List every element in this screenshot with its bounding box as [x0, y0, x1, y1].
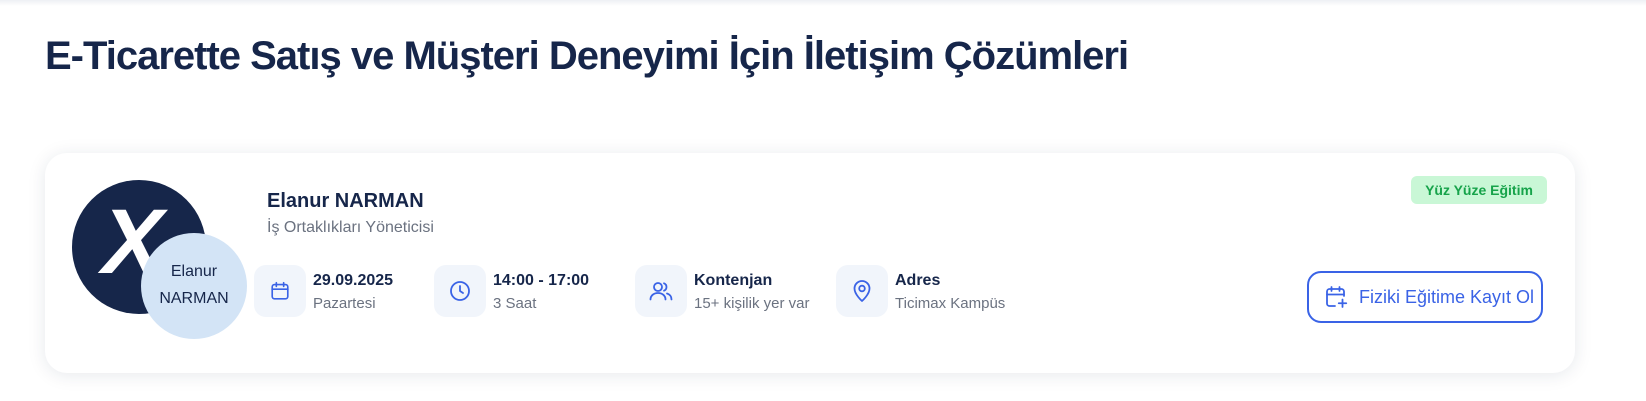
info-quota: Kontenjan 15+ kişilik yer var [635, 265, 815, 317]
date-value: 29.09.2025 [313, 272, 394, 289]
address-value: Ticimax Kampüs [895, 295, 1006, 312]
training-card: X Elanur NARMAN Elanur NARMAN İş Ortaklı… [45, 153, 1575, 373]
calendar-plus-icon [1323, 284, 1349, 310]
info-time: 14:00 - 17:00 3 Saat [434, 265, 604, 317]
register-button[interactable]: Fiziki Eğitime Kayıt Ol [1307, 271, 1543, 323]
training-type-badge: Yüz Yüze Eğitim [1411, 176, 1547, 204]
address-label: Adres [895, 272, 941, 289]
avatar-name-line2: NARMAN [159, 290, 229, 307]
info-address: Adres Ticimax Kampüs [836, 265, 1016, 317]
top-divider [0, 0, 1646, 6]
day-name: Pazartesi [313, 295, 376, 312]
speaker-name: Elanur NARMAN [267, 190, 424, 212]
avatar-name-line1: Elanur [170, 263, 218, 280]
location-pin-icon [836, 265, 888, 317]
calendar-icon [254, 265, 306, 317]
users-icon [635, 265, 687, 317]
page: E-Ticarette Satış ve Müşteri Deneyimi İç… [0, 0, 1646, 401]
speaker-role: İş Ortaklıkları Yöneticisi [267, 219, 434, 236]
info-date: 29.09.2025 Pazartesi [254, 265, 414, 317]
register-button-label: Fiziki Eğitime Kayıt Ol [1359, 286, 1535, 307]
avatar: X Elanur NARMAN [72, 180, 252, 345]
time-range: 14:00 - 17:00 [493, 272, 590, 289]
clock-icon [434, 265, 486, 317]
page-title: E-Ticarette Satış ve Müşteri Deneyimi İç… [45, 34, 1129, 78]
duration: 3 Saat [493, 295, 537, 312]
avatar-alt-text: Elanur NARMAN [141, 258, 247, 312]
quota-label: Kontenjan [694, 272, 773, 289]
quota-value: 15+ kişilik yer var [694, 295, 810, 312]
